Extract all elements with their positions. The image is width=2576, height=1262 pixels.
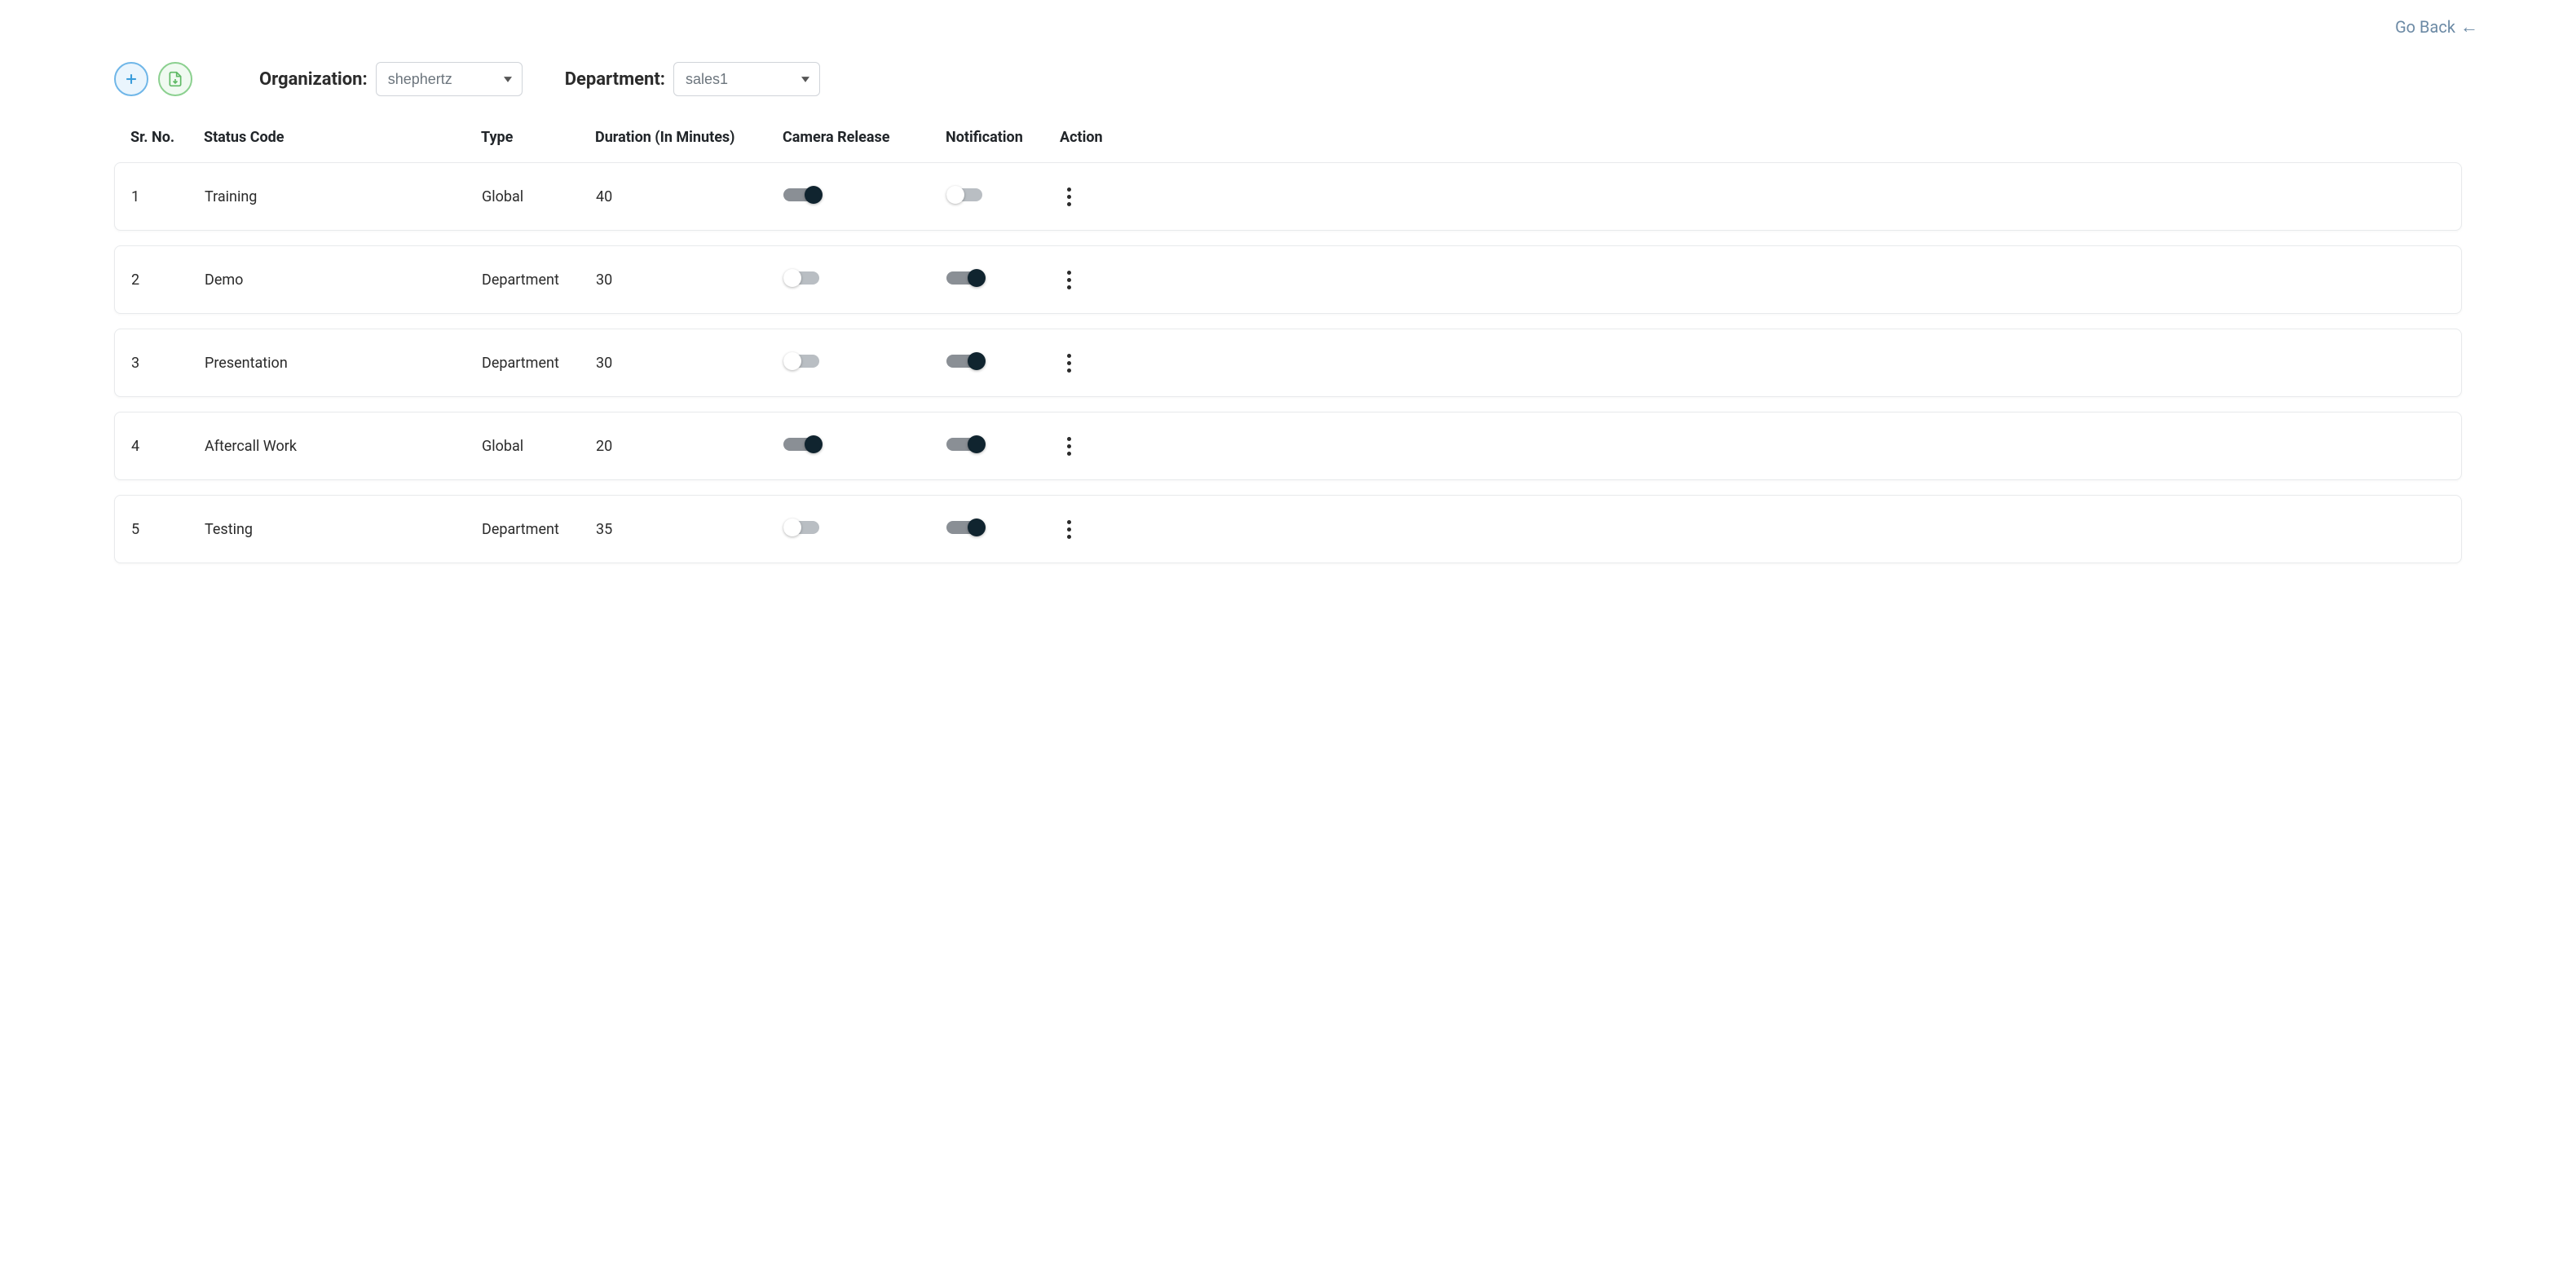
cell-camera-release (783, 352, 946, 374)
cell-notification (946, 352, 1061, 374)
col-camera-release: Camera Release (783, 129, 946, 146)
camera-release-toggle[interactable] (783, 518, 823, 536)
dots-icon (1067, 444, 1071, 448)
cell-sr-no: 3 (131, 355, 205, 372)
cell-duration: 30 (596, 271, 783, 289)
col-notification: Notification (946, 129, 1060, 146)
camera-release-toggle-knob (783, 269, 801, 287)
cell-notification (946, 269, 1061, 291)
cell-camera-release (783, 435, 946, 457)
organization-label: Organization: (259, 69, 368, 90)
dots-icon (1067, 271, 1071, 275)
cell-duration: 20 (596, 438, 783, 455)
dots-icon (1067, 535, 1071, 539)
cell-type: Department (482, 271, 596, 289)
camera-release-toggle-knob (805, 435, 823, 453)
dots-icon (1067, 354, 1071, 358)
cell-status-code: Demo (205, 271, 482, 289)
dots-icon (1067, 278, 1071, 282)
cell-status-code: Aftercall Work (205, 438, 482, 455)
dots-icon (1067, 520, 1071, 524)
notification-toggle[interactable] (946, 186, 986, 204)
notification-toggle-knob (946, 186, 964, 204)
camera-release-toggle[interactable] (783, 435, 823, 453)
action-menu-button[interactable] (1061, 515, 1077, 544)
action-menu-button[interactable] (1061, 349, 1077, 377)
cell-action (1061, 349, 1142, 377)
cell-action (1061, 266, 1142, 294)
export-button[interactable] (158, 62, 192, 96)
cell-duration: 35 (596, 521, 783, 538)
cell-action (1061, 515, 1142, 544)
notification-toggle-knob (968, 269, 986, 287)
cell-sr-no: 2 (131, 271, 205, 289)
notification-toggle-knob (968, 352, 986, 370)
action-menu-button[interactable] (1061, 432, 1077, 461)
arrow-left-icon: ← (2460, 16, 2478, 38)
col-status-code: Status Code (204, 129, 481, 146)
cell-action (1061, 183, 1142, 211)
table-row: 4Aftercall WorkGlobal20 (114, 412, 2462, 480)
camera-release-toggle-knob (805, 186, 823, 204)
dots-icon (1067, 368, 1071, 373)
notification-toggle[interactable] (946, 352, 986, 370)
cell-status-code: Presentation (205, 355, 482, 372)
action-menu-button[interactable] (1061, 183, 1077, 211)
cell-notification (946, 435, 1061, 457)
cell-camera-release (783, 186, 946, 208)
col-type: Type (481, 129, 595, 146)
col-action: Action (1060, 129, 1141, 146)
plus-icon (123, 71, 139, 87)
cell-type: Department (482, 355, 596, 372)
notification-toggle[interactable] (946, 518, 986, 536)
cell-duration: 30 (596, 355, 783, 372)
cell-camera-release (783, 269, 946, 291)
camera-release-toggle-knob (783, 518, 801, 536)
camera-release-toggle[interactable] (783, 352, 823, 370)
dots-icon (1067, 361, 1071, 365)
cell-type: Department (482, 521, 596, 538)
notification-toggle[interactable] (946, 435, 986, 453)
cell-type: Global (482, 188, 596, 205)
table-row: 3PresentationDepartment30 (114, 329, 2462, 397)
cell-notification (946, 518, 1061, 541)
department-select[interactable]: sales1 (673, 62, 820, 96)
col-duration: Duration (In Minutes) (595, 129, 783, 146)
camera-release-toggle[interactable] (783, 186, 823, 204)
organization-select[interactable]: shephertz (376, 62, 523, 96)
dots-icon (1067, 452, 1071, 456)
cell-status-code: Testing (205, 521, 482, 538)
go-back-label: Go Back (2395, 17, 2455, 37)
dots-icon (1067, 202, 1071, 206)
cell-action (1061, 432, 1142, 461)
cell-sr-no: 5 (131, 521, 205, 538)
department-label: Department: (565, 69, 665, 90)
cell-sr-no: 4 (131, 438, 205, 455)
cell-camera-release (783, 518, 946, 541)
cell-status-code: Training (205, 188, 482, 205)
export-icon (167, 71, 183, 87)
notification-toggle-knob (968, 518, 986, 536)
table-row: 5TestingDepartment35 (114, 495, 2462, 563)
dots-icon (1067, 285, 1071, 289)
cell-sr-no: 1 (131, 188, 205, 205)
cell-notification (946, 186, 1061, 208)
dots-icon (1067, 527, 1071, 532)
table-row: 2DemoDepartment30 (114, 245, 2462, 314)
dots-icon (1067, 195, 1071, 199)
table-row: 1TrainingGlobal40 (114, 162, 2462, 231)
cell-type: Global (482, 438, 596, 455)
notification-toggle-knob (968, 435, 986, 453)
add-button[interactable] (114, 62, 148, 96)
action-menu-button[interactable] (1061, 266, 1077, 294)
camera-release-toggle-knob (783, 352, 801, 370)
dots-icon (1067, 437, 1071, 441)
camera-release-toggle[interactable] (783, 269, 823, 287)
table-header: Sr. No. Status Code Type Duration (In Mi… (114, 129, 2462, 162)
notification-toggle[interactable] (946, 269, 986, 287)
dots-icon (1067, 188, 1071, 192)
cell-duration: 40 (596, 188, 783, 205)
go-back-link[interactable]: Go Back ← (2395, 16, 2478, 38)
col-sr-no: Sr. No. (130, 129, 204, 146)
